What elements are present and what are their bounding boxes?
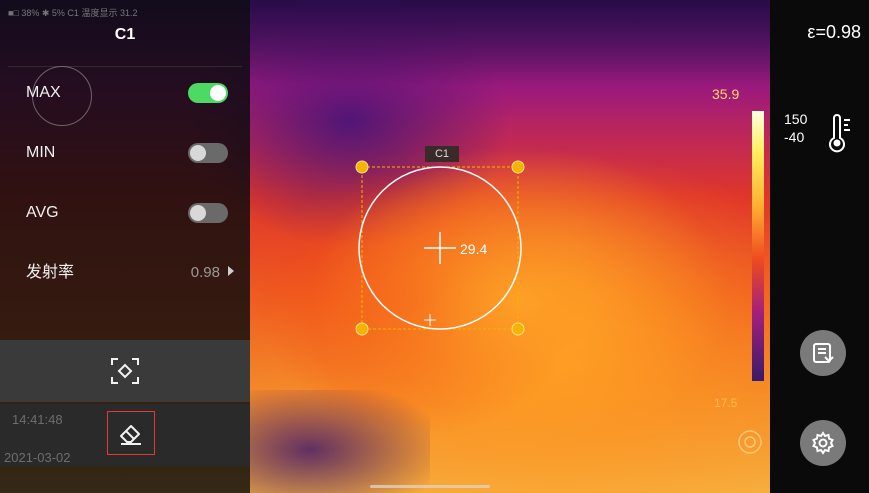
resize-handle-top-right[interactable] [511, 160, 525, 174]
gallery-button[interactable] [800, 330, 846, 376]
target-ghost-icon [738, 430, 762, 454]
home-indicator [370, 485, 490, 488]
settings-gear-icon [812, 431, 834, 455]
scale-high-value: 35.9 [712, 86, 740, 102]
gallery-icon [813, 343, 834, 363]
right-toolbar: ε=0.98 150 -40 [770, 0, 869, 493]
measurement-overlay: 29.4 [355, 160, 525, 336]
resize-handle-bottom-left[interactable] [355, 322, 369, 336]
range-high: 150 [784, 111, 808, 127]
crosshair-icon [424, 232, 456, 264]
thermal-camera-screen: ■□ 38% ✱ 5% C1 温度显示 31.2 C1 MAX MIN AVG … [0, 0, 869, 493]
temperature-range[interactable]: 150 -40 [784, 110, 807, 146]
scale-low-value: 17.5 [714, 396, 738, 410]
region-label: C1 [425, 146, 459, 162]
center-temperature: 29.4 [460, 241, 487, 257]
resize-handle-bottom-right[interactable] [511, 322, 525, 336]
settings-button[interactable] [800, 420, 846, 466]
low-spot-marker-icon [424, 314, 436, 326]
thermometer-icon[interactable] [826, 114, 852, 154]
emissivity-indicator: ε=0.98 [807, 22, 861, 42]
color-scale-bar [752, 111, 764, 381]
range-low: -40 [784, 129, 805, 145]
resize-handle-top-left[interactable] [355, 160, 369, 174]
